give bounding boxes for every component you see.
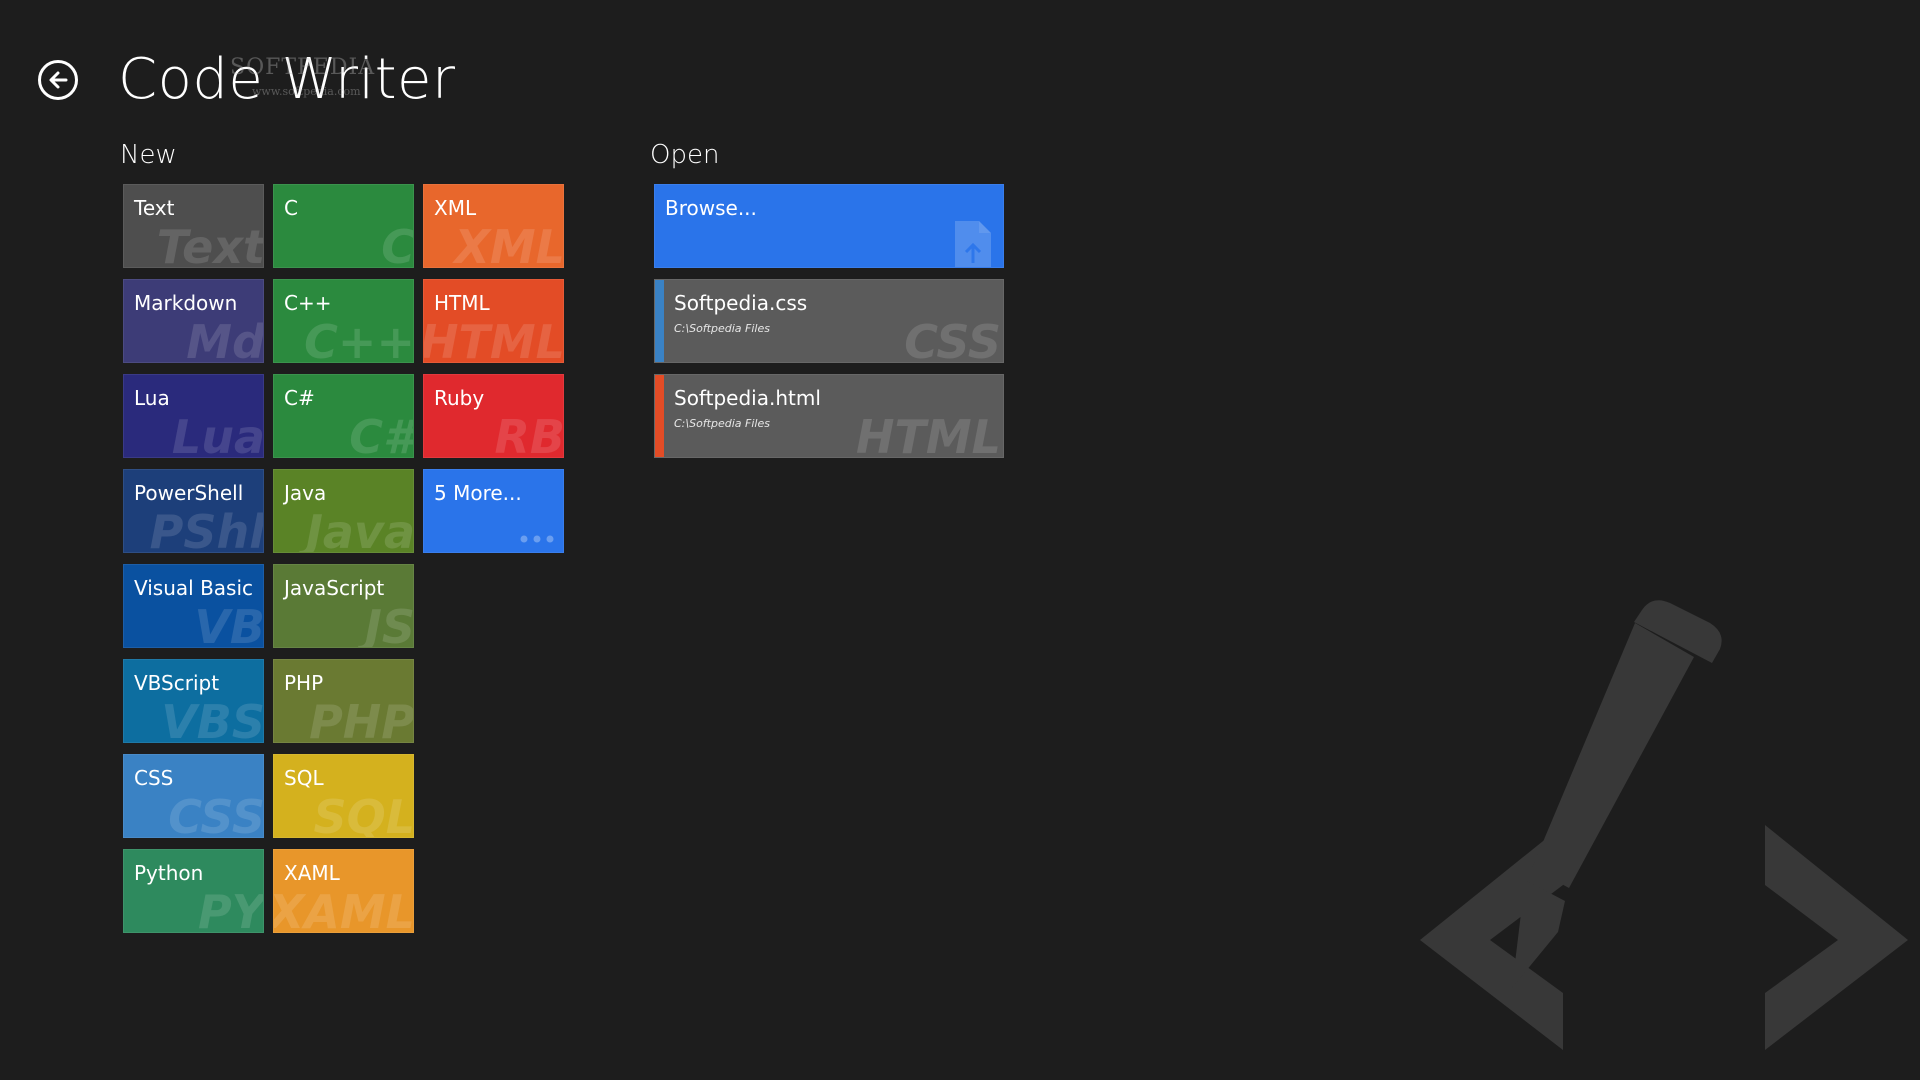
tile-php[interactable]: PHP PHP	[273, 659, 414, 743]
tile-ghost-text: PY	[197, 885, 264, 933]
tile-label: VBScript	[134, 671, 220, 695]
back-arrow-icon	[49, 71, 68, 89]
pencil-code-logo-icon	[1420, 600, 1908, 1050]
tile-more[interactable]: 5 More...	[423, 469, 564, 553]
watermark: SOFTPEDIA www.softpedia.com	[230, 56, 375, 104]
tile-label: CSS	[134, 766, 174, 790]
more-dots-icon	[520, 535, 554, 543]
tile-python[interactable]: Python PY	[123, 849, 264, 933]
tile-label: C++	[284, 291, 332, 315]
tile-xml[interactable]: XML XML	[423, 184, 564, 268]
tile-label: C#	[284, 386, 315, 410]
grid-spacer	[423, 564, 564, 648]
tile-cpp[interactable]: C++ C++	[273, 279, 414, 363]
tile-ghost-text: PShl	[149, 505, 264, 553]
tile-label: PHP	[284, 671, 324, 695]
open-file-list: Browse... Softpedia.css C:\Softpedia Fil…	[654, 184, 1004, 458]
back-button[interactable]	[38, 60, 78, 100]
tile-label: PowerShell	[134, 481, 244, 505]
tile-label: 5 More...	[434, 481, 522, 505]
tile-vbscript[interactable]: VBScript VBS	[123, 659, 264, 743]
tile-ghost-text: Java	[305, 505, 414, 553]
tile-c[interactable]: C C	[273, 184, 414, 268]
tile-ghost-text: Lua	[171, 410, 264, 458]
tile-ghost-text: RB	[494, 410, 564, 458]
tile-ghost-text: CSS	[168, 790, 264, 838]
tile-ghost-text: C++	[304, 315, 414, 363]
tile-label: Python	[134, 861, 204, 885]
tile-label: SQL	[284, 766, 324, 790]
tile-markdown[interactable]: Markdown Md	[123, 279, 264, 363]
tile-powershell[interactable]: PowerShell PShl	[123, 469, 264, 553]
tile-csharp[interactable]: C# C#	[273, 374, 414, 458]
tile-sql[interactable]: SQL SQL	[273, 754, 414, 838]
new-file-tiles: Text Text C C XML XML Markdown Md C++ C+…	[123, 184, 564, 933]
tile-ruby[interactable]: Ruby RB	[423, 374, 564, 458]
tile-ghost-text: VB	[194, 600, 264, 648]
recent-file-ghost: CSS	[904, 315, 1001, 363]
grid-spacer	[423, 659, 564, 743]
tile-xaml[interactable]: XAML XAML	[273, 849, 414, 933]
tile-ghost-text: C	[381, 220, 414, 268]
tile-label: JavaScript	[284, 576, 385, 600]
browse-button[interactable]: Browse...	[654, 184, 1004, 268]
watermark-brand: SOFTPEDIA	[230, 55, 376, 80]
tile-ghost-text: PHP	[309, 695, 414, 743]
recent-file-path: C:\Softpedia Files	[674, 322, 770, 335]
tile-text[interactable]: Text Text	[123, 184, 264, 268]
tile-label: Ruby	[434, 386, 485, 410]
tile-ghost-text: SQL	[313, 790, 414, 838]
tile-label: Visual Basic	[134, 576, 254, 600]
tile-label: Lua	[134, 386, 170, 410]
tile-label: XML	[434, 196, 477, 220]
tile-ghost-text: XML	[454, 220, 564, 268]
tile-javascript[interactable]: JavaScript JS	[273, 564, 414, 648]
recent-file-name: Softpedia.html	[674, 386, 821, 410]
grid-spacer	[423, 754, 564, 838]
tile-ghost-text: Text	[156, 220, 264, 268]
tile-label: HTML	[434, 291, 490, 315]
tile-ghost-text: VBS	[161, 695, 264, 743]
tile-ghost-text: C#	[349, 410, 414, 458]
tile-label: Markdown	[134, 291, 238, 315]
tile-label: C	[284, 196, 298, 220]
watermark-url: www.softpedia.com	[252, 85, 361, 98]
tile-visual-basic[interactable]: Visual Basic VB	[123, 564, 264, 648]
tile-ghost-text: Md	[186, 315, 264, 363]
recent-file-item[interactable]: Softpedia.html C:\Softpedia Files HTML	[654, 374, 1004, 458]
open-section-heading: Open	[650, 140, 720, 170]
tile-ghost-text: HTML	[423, 315, 564, 363]
tile-label: Text	[134, 196, 175, 220]
file-type-accent	[655, 280, 664, 362]
tile-ghost-text: XAML	[273, 885, 414, 933]
tile-label: Java	[284, 481, 327, 505]
tile-html[interactable]: HTML HTML	[423, 279, 564, 363]
file-upload-icon	[955, 221, 991, 267]
recent-file-name: Softpedia.css	[674, 291, 808, 315]
recent-file-ghost: HTML	[856, 410, 1001, 458]
tile-java[interactable]: Java Java	[273, 469, 414, 553]
browse-label: Browse...	[665, 196, 757, 220]
file-type-accent	[655, 375, 664, 457]
new-section-heading: New	[120, 140, 177, 170]
recent-file-item[interactable]: Softpedia.css C:\Softpedia Files CSS	[654, 279, 1004, 363]
tile-ghost-text: JS	[364, 600, 414, 648]
tile-label: XAML	[284, 861, 340, 885]
tile-css[interactable]: CSS CSS	[123, 754, 264, 838]
tile-lua[interactable]: Lua Lua	[123, 374, 264, 458]
recent-file-path: C:\Softpedia Files	[674, 417, 770, 430]
